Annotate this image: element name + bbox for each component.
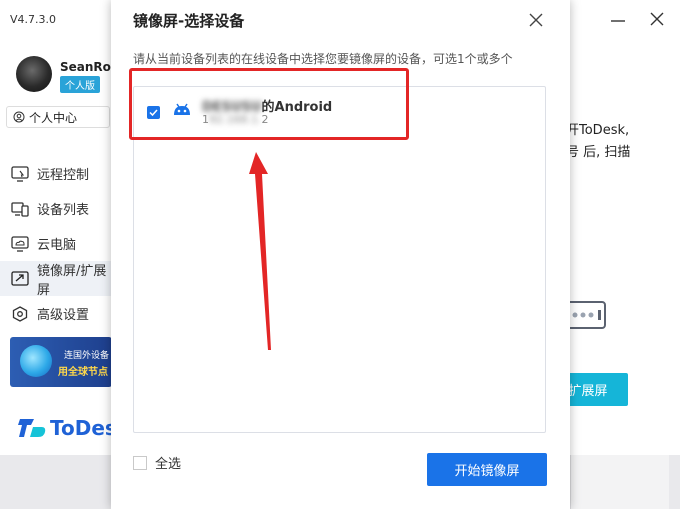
dialog-description: 请从当前设备列表的在线设备中选择您要镜像屏的设备，可选1个或多个 [133,52,513,66]
sidebar-item-label: 设备列表 [37,203,90,218]
settings-icon [12,305,28,322]
remote-control-icon [11,165,29,182]
avatar[interactable] [16,56,52,92]
mirror-screen-icon [11,270,29,286]
device-list-icon [11,201,29,217]
sidebar-item-advanced-settings[interactable]: 高级设置 [0,296,112,331]
todesk-logo-icon [18,419,46,437]
sidebar-item-mirror-screen[interactable]: 镜像屏/扩展屏 [0,261,112,298]
cloud-pc-icon [11,235,29,252]
start-mirror-button[interactable]: 开始镜像屏 [427,453,547,486]
dialog-title: 镜像屏-选择设备 [133,12,245,30]
sidebar-item-label: 高级设置 [37,308,90,323]
select-all-checkbox[interactable]: 全选 [133,453,181,472]
background-window-fragment [570,455,669,509]
sidebar-item-device-list[interactable]: 设备列表 [0,191,112,226]
sidebar-item-label: 远程控制 [37,168,90,183]
app-version: V4.7.3.0 [10,13,57,26]
global-node-promo-banner[interactable]: 连国外设备 用全球节点 [10,337,112,387]
promo-line-1: 连国外设备 [64,351,110,361]
sidebar-item-label: 云电脑 [37,238,77,253]
sidebar-item-label: 镜像屏/扩展屏 [37,263,107,298]
globe-icon [20,345,52,377]
checkbox-box [133,455,147,470]
sidebar-item-remote-control[interactable]: 远程控制 [0,156,112,191]
personal-center-label: 个人中心 [29,110,78,125]
sidebar-nav: 远程控制 设备列表 云电脑 镜像屏/扩展屏 高级设置 [0,156,112,331]
start-mirror-label: 开始镜像屏 [454,464,520,479]
extend-screen-label: 扩展屏 [568,384,608,399]
background-instruction-line-1: 开ToDesk, [566,123,630,138]
sidebar-item-cloud-pc[interactable]: 云电脑 [0,226,112,261]
promo-line-2: 用全球节点 [58,367,108,378]
annotation-highlight-box [129,68,409,140]
window-close-icon[interactable] [649,10,665,28]
close-icon[interactable] [528,12,544,28]
background-instruction-line-2: 号 后, 扫描 [566,145,631,160]
select-all-label: 全选 [155,457,182,472]
user-icon [13,111,25,123]
mirror-screen-select-device-dialog: 镜像屏-选择设备 请从当前设备列表的在线设备中选择您要镜像屏的设备，可选1个或多… [111,0,570,509]
username: SeanRov [60,60,119,74]
edition-badge: 个人版 [60,76,100,93]
personal-center-button[interactable]: 个人中心 [6,106,110,128]
minimize-icon[interactable] [610,11,626,29]
